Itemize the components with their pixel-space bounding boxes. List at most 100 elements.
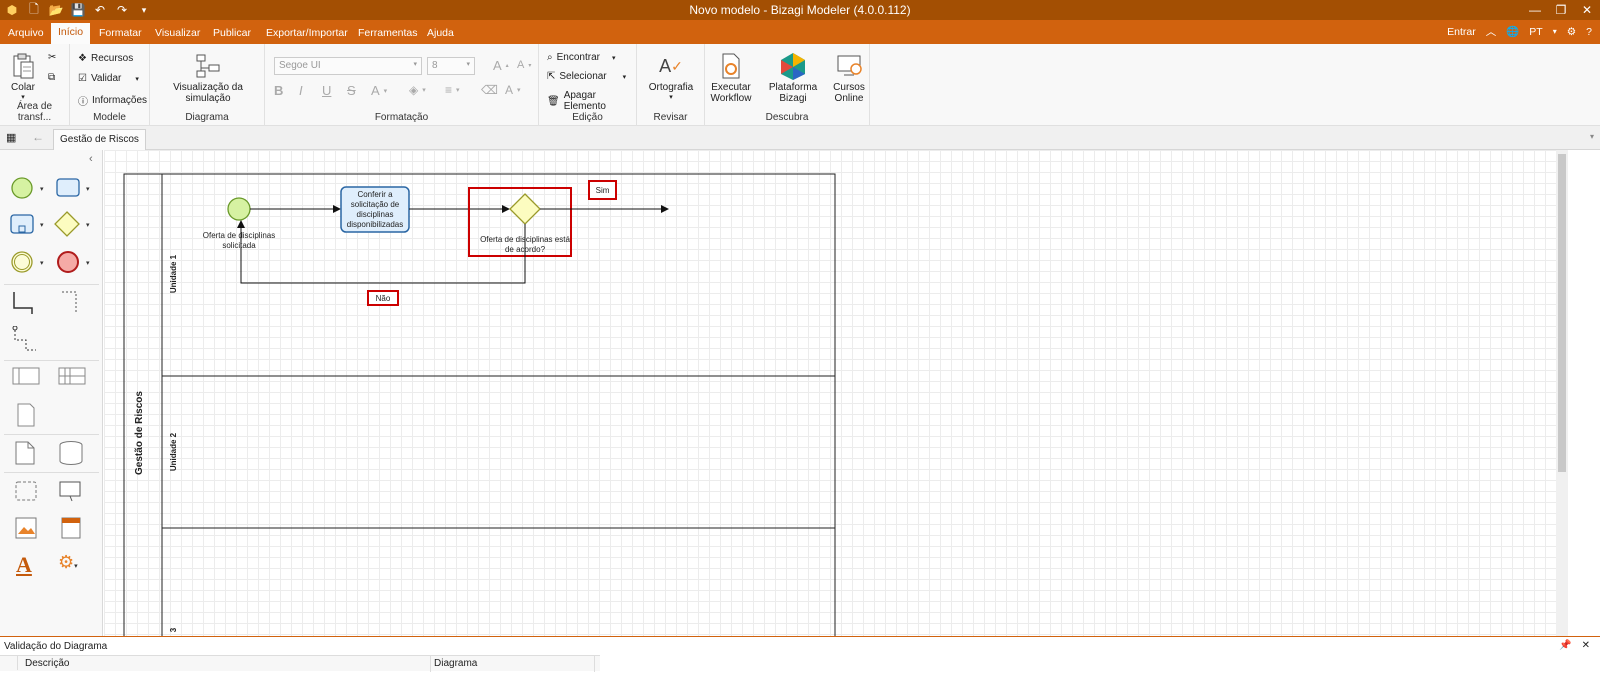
tab-publicar[interactable]: Publicar xyxy=(206,24,258,44)
login-link[interactable]: Entrar xyxy=(1447,26,1476,38)
task-tool-icon[interactable]: ▾ xyxy=(56,176,96,200)
end-event-tool-icon[interactable]: ▾ xyxy=(56,250,96,276)
intermediate-event-tool-icon[interactable]: ▾ xyxy=(10,250,50,276)
tab-visualizar[interactable]: Visualizar xyxy=(148,24,207,44)
back-arrow-icon[interactable]: ← xyxy=(32,130,44,144)
collapse-ribbon-icon[interactable]: ︿ xyxy=(1486,24,1497,39)
tab-ajuda[interactable]: Ajuda xyxy=(420,24,461,44)
decrease-font-icon[interactable]: A ▾ xyxy=(517,59,531,71)
format-painter-icon[interactable]: ⌫ xyxy=(481,83,498,97)
text-style-icon[interactable]: A ▾ xyxy=(505,83,521,97)
task-label: Conferir a solicitação de disciplinas di… xyxy=(346,190,404,229)
settings-icon[interactable]: ⚙ xyxy=(1567,26,1576,38)
minimize-button[interactable]: — xyxy=(1522,0,1548,20)
subprocess-tool-icon[interactable]: ▾ xyxy=(10,212,50,238)
font-family-select[interactable]: Segoe UI ▾ xyxy=(274,57,422,75)
header-tool-icon[interactable] xyxy=(60,516,82,540)
copy-icon[interactable]: ⧉ xyxy=(48,72,55,83)
fill-color-icon[interactable]: ◈ ▾ xyxy=(409,83,426,97)
font-color-icon[interactable]: A ▾ xyxy=(371,83,387,98)
start-event-label: Oferta de disciplinas solicitada xyxy=(202,231,276,250)
start-event-tool-icon[interactable]: ▾ xyxy=(10,176,50,200)
pool-label: Gestão de Riscos xyxy=(134,391,145,475)
find-button[interactable]: ⌕ Encontrar ▾ xyxy=(547,52,615,63)
run-workflow-button[interactable]: Executar Workflow xyxy=(709,50,753,104)
underline-icon[interactable]: U xyxy=(322,83,331,98)
text-tool-icon[interactable]: A xyxy=(16,552,32,578)
close-panel-icon[interactable]: ✕ xyxy=(1582,640,1590,651)
image-tool-icon[interactable] xyxy=(14,516,38,540)
data-store-tool-icon[interactable] xyxy=(58,440,84,466)
separator xyxy=(4,434,99,435)
document-tabs: ▦ ← Gestão de Riscos ▾ xyxy=(0,126,1600,150)
info-button[interactable]: ⓘ Informações xyxy=(78,93,147,108)
message-flow-tool-icon[interactable] xyxy=(12,326,40,354)
tab-arquivo[interactable]: Arquivo xyxy=(1,24,51,44)
separator xyxy=(4,360,99,361)
association-tool-icon[interactable] xyxy=(60,290,86,316)
tab-formatar[interactable]: Formatar xyxy=(92,24,149,44)
help-icon[interactable]: ? xyxy=(1586,26,1592,38)
tab-list-icon[interactable]: ▾ xyxy=(1590,132,1594,141)
validate-button[interactable]: ☑ Validar ▾ xyxy=(78,73,139,84)
language-selector[interactable]: PT xyxy=(1529,26,1542,38)
delete-element-button[interactable]: 🗑 Apagar Elemento xyxy=(547,90,636,112)
sequence-flow-tool-icon[interactable] xyxy=(12,290,38,316)
diagram-canvas[interactable]: Gestão de Riscos Unidade 1 Unidade 2 3 O… xyxy=(104,150,1556,636)
increase-font-icon[interactable]: A ▴ xyxy=(493,58,509,73)
bizagi-platform-button[interactable]: Plataforma Bizagi xyxy=(755,50,831,104)
formula-tool-icon[interactable]: ⚙▾ xyxy=(58,552,78,573)
run-workflow-icon xyxy=(722,53,740,79)
simulation-view-icon xyxy=(196,54,220,78)
validation-title: Validação do Diagrama xyxy=(4,641,108,652)
globe-icon[interactable]: 🌐 xyxy=(1506,25,1519,38)
tab-ferramentas[interactable]: Ferramentas xyxy=(351,24,425,44)
align-icon[interactable]: ≡ ▾ xyxy=(445,83,460,97)
gateway-tool-icon[interactable]: ▾ xyxy=(54,210,98,238)
select-button[interactable]: ⇱ Selecionar ▾ xyxy=(547,71,626,82)
tab-gestao-de-riscos[interactable]: Gestão de Riscos xyxy=(53,129,146,150)
trash-icon: 🗑 xyxy=(547,95,560,107)
group-label: Modele xyxy=(93,112,126,123)
restore-button[interactable]: ❐ xyxy=(1548,0,1574,20)
gateway[interactable] xyxy=(509,193,541,225)
paste-button[interactable]: Colar ▾ xyxy=(6,50,40,101)
diagram-map-icon[interactable]: ▦ xyxy=(6,131,16,144)
annotation-tool-icon[interactable] xyxy=(16,402,36,428)
bold-icon[interactable]: B xyxy=(274,83,283,98)
group-model: ❖ Recursos ☑ Validar ▾ ⓘ Informações Modele xyxy=(70,44,150,126)
data-object-tool-icon[interactable] xyxy=(14,440,36,466)
tab-exportar-importar[interactable]: Exportar/Importar xyxy=(259,24,355,44)
svg-text:▾: ▾ xyxy=(40,260,44,267)
simulation-view-button[interactable]: Visualização da simulação xyxy=(154,50,262,104)
svg-text:▾: ▾ xyxy=(86,222,90,229)
cut-icon[interactable]: ✂ xyxy=(48,52,56,63)
font-size-select[interactable]: 8 ▾ xyxy=(427,57,475,75)
online-courses-button[interactable]: Cursos Online xyxy=(831,50,867,104)
italic-icon[interactable]: I xyxy=(299,83,303,98)
column-diagram[interactable]: Diagrama xyxy=(434,658,477,669)
pin-icon[interactable]: 📌 xyxy=(1559,640,1571,651)
close-button[interactable]: ✕ xyxy=(1574,0,1600,20)
lane-tool-icon[interactable] xyxy=(58,366,86,388)
pool-tool-icon[interactable] xyxy=(12,366,40,388)
group-clipboard: Colar ▾ ✂ ⧉ Área de transf... xyxy=(0,44,70,126)
scrollbar-thumb[interactable] xyxy=(1558,154,1566,472)
ribbon: Colar ▾ ✂ ⧉ Área de transf... ❖ Recursos … xyxy=(0,44,1600,126)
strikethrough-icon[interactable]: S xyxy=(347,83,356,98)
column-description[interactable]: Descrição xyxy=(25,658,69,669)
validation-panel: Validação do Diagrama 📌 ✕ Descrição Diag… xyxy=(0,636,1600,684)
vertical-scrollbar[interactable] xyxy=(1556,150,1568,636)
gateway-label: Oferta de disciplinas está de acordo? xyxy=(480,235,570,254)
lane-label-3: 3 xyxy=(169,627,178,633)
spelling-button[interactable]: A ✓ Ortografia ▾ xyxy=(645,50,697,102)
separator xyxy=(4,472,99,473)
group-tool-icon[interactable] xyxy=(14,480,38,502)
chevron-down-icon[interactable]: ▾ xyxy=(1553,27,1557,36)
tab-inicio[interactable]: Início xyxy=(51,23,91,44)
text-annotation-tool-icon[interactable] xyxy=(58,480,84,502)
start-event[interactable] xyxy=(227,197,251,221)
resources-button[interactable]: ❖ Recursos xyxy=(78,53,133,64)
collapse-palette-icon[interactable]: ‹ xyxy=(89,153,93,165)
group-review: A ✓ Ortografia ▾ Revisar xyxy=(637,44,705,126)
